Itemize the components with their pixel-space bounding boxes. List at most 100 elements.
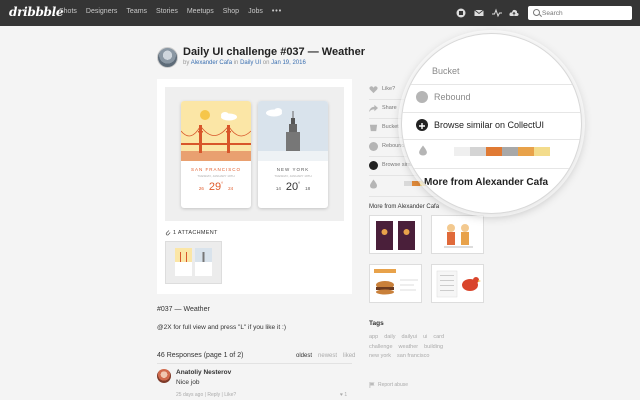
divider: [402, 139, 581, 140]
byline-by: by: [183, 60, 190, 66]
more-from-heading: More from Alexander Cafa: [369, 204, 440, 210]
nav-shop[interactable]: Shop: [223, 8, 239, 15]
tag-link[interactable]: daily: [384, 334, 395, 340]
card-date: TUESDAY, JANUARY 19TH: [197, 174, 235, 178]
description-body: @2X for full view and press "L" if you l…: [157, 324, 286, 331]
card-low-temp: 14: [275, 186, 281, 191]
thumbnail-calendar-bird: [432, 265, 483, 302]
share-icon: [369, 104, 378, 113]
comment-meta: 25 days ago | Reply | Like?: [176, 392, 237, 398]
magnified-browse-similar[interactable]: Browse similar on CollectUI: [434, 120, 544, 130]
magnified-more-from: More from Alexander Cafa: [424, 177, 549, 188]
share-label: Share: [382, 105, 397, 111]
author-avatar[interactable]: [157, 47, 178, 68]
more-shot-thumbnail[interactable]: [431, 215, 484, 254]
rebound-label: Rebound: [382, 143, 405, 149]
responses-header: 46 Responses (page 1 of 2): [157, 352, 243, 359]
top-navbar: dribbble Shots Designers Teams Stories M…: [0, 0, 640, 26]
commenter-name[interactable]: Anatoliy Nesterov: [176, 369, 231, 376]
tag-link[interactable]: dailyui: [402, 334, 418, 340]
color-swatch[interactable]: [518, 147, 534, 156]
nav-teams[interactable]: Teams: [126, 8, 147, 15]
nav-meetups[interactable]: Meetups: [187, 8, 214, 15]
flag-icon: [369, 382, 375, 388]
color-swatch[interactable]: [502, 147, 518, 156]
nav-designers[interactable]: Designers: [86, 8, 118, 15]
more-shot-thumbnail[interactable]: [369, 215, 422, 254]
mail-icon[interactable]: [474, 8, 484, 18]
rebound-icon: [416, 91, 428, 103]
color-swatch[interactable]: [534, 147, 550, 156]
color-swatch[interactable]: [454, 147, 470, 156]
comment-like[interactable]: Like?: [224, 392, 236, 398]
sort-liked[interactable]: liked: [343, 353, 355, 359]
attachment-thumbnail[interactable]: [165, 241, 222, 284]
commenter-avatar[interactable]: [157, 369, 171, 383]
shield-icon[interactable]: [456, 8, 466, 18]
tag-link[interactable]: new york: [369, 353, 391, 359]
comment-time[interactable]: 25 days ago: [176, 392, 203, 398]
more-shot-thumbnail[interactable]: [369, 264, 422, 303]
magnifier-overlay: Bucket Rebound Browse similar on Collect…: [401, 33, 582, 214]
description-title: #037 — Weather: [157, 306, 210, 313]
byline-on: on: [262, 60, 270, 66]
sort-oldest[interactable]: oldest: [296, 353, 312, 359]
divider: [402, 168, 581, 169]
nav-jobs[interactable]: Jobs: [248, 8, 263, 15]
card-city: SAN FRANCISCO: [190, 167, 241, 172]
date-link[interactable]: Jan 19, 2016: [271, 60, 306, 66]
weather-card-san-francisco: SAN FRANCISCO TUESDAY, JANUARY 19TH 26 2…: [181, 101, 251, 208]
golden-gate-illustration: [181, 101, 251, 161]
weather-card-new-york: NEW YORK TUESDAY, JANUARY 19TH 14 20° 18: [258, 101, 328, 208]
color-drop-icon: [419, 145, 427, 156]
upload-icon[interactable]: [509, 8, 519, 18]
comment-reply[interactable]: Reply: [207, 392, 220, 398]
search-input[interactable]: [542, 8, 628, 18]
more-shot-thumbnail[interactable]: [431, 264, 484, 303]
tag-link[interactable]: weather: [399, 344, 419, 350]
main-nav: Shots Designers Teams Stories Meetups Sh…: [59, 8, 282, 15]
magnified-bucket[interactable]: Bucket: [432, 66, 460, 76]
card-high-temp: 18: [305, 186, 311, 191]
byline: by Alexander Cafa in Daily UI on Jan 19,…: [183, 60, 306, 66]
responses-page: (page 1 of 2): [203, 352, 244, 359]
card-temps: 14 20° 18: [258, 181, 328, 193]
magnified-rebound[interactable]: Rebound: [434, 92, 471, 102]
tag-link[interactable]: challenge: [369, 344, 393, 350]
shot-image[interactable]: SAN FRANCISCO TUESDAY, JANUARY 19TH 26 2…: [165, 87, 344, 221]
tag-link[interactable]: ui: [423, 334, 427, 340]
color-swatch[interactable]: [486, 147, 502, 156]
card-current-temp: 29°: [208, 181, 224, 193]
shot-title: Daily UI challenge #037 — Weather: [183, 46, 365, 58]
color-swatch[interactable]: [470, 147, 486, 156]
rebound-icon: [369, 142, 378, 151]
nav-more[interactable]: •••: [272, 8, 282, 15]
color-swatch[interactable]: [404, 181, 412, 186]
nav-shots[interactable]: Shots: [59, 8, 77, 15]
author-link[interactable]: Alexander Cafa: [191, 60, 232, 66]
responses-count: 46 Responses: [157, 352, 202, 359]
empire-state-illustration: [258, 101, 328, 161]
report-abuse-link[interactable]: Report abuse: [378, 382, 408, 388]
color-swatch[interactable]: [396, 181, 404, 186]
tag-link[interactable]: app: [369, 334, 378, 340]
tags-row: challenge weather building: [369, 344, 443, 350]
dribbble-logo[interactable]: dribbble: [9, 5, 64, 19]
divider: [157, 363, 352, 364]
card-low-temp: 26: [198, 186, 204, 191]
tag-link[interactable]: san francisco: [397, 353, 429, 359]
card-temps: 26 29° 24: [181, 181, 251, 193]
comment-like-count-value: 1: [344, 392, 348, 398]
tag-link[interactable]: building: [424, 344, 443, 350]
byline-in: in: [233, 60, 239, 66]
heart-icon: [369, 85, 378, 94]
activity-icon[interactable]: [492, 8, 502, 18]
nav-stories[interactable]: Stories: [156, 8, 178, 15]
tags-heading: Tags: [369, 320, 384, 327]
search-box[interactable]: [528, 6, 632, 20]
sort-newest[interactable]: newest: [318, 353, 337, 359]
tag-link[interactable]: card: [433, 334, 444, 340]
color-swatch[interactable]: [412, 181, 420, 186]
team-link[interactable]: Daily UI: [240, 60, 261, 66]
comment-like-count[interactable]: ♥ 1: [340, 392, 347, 398]
